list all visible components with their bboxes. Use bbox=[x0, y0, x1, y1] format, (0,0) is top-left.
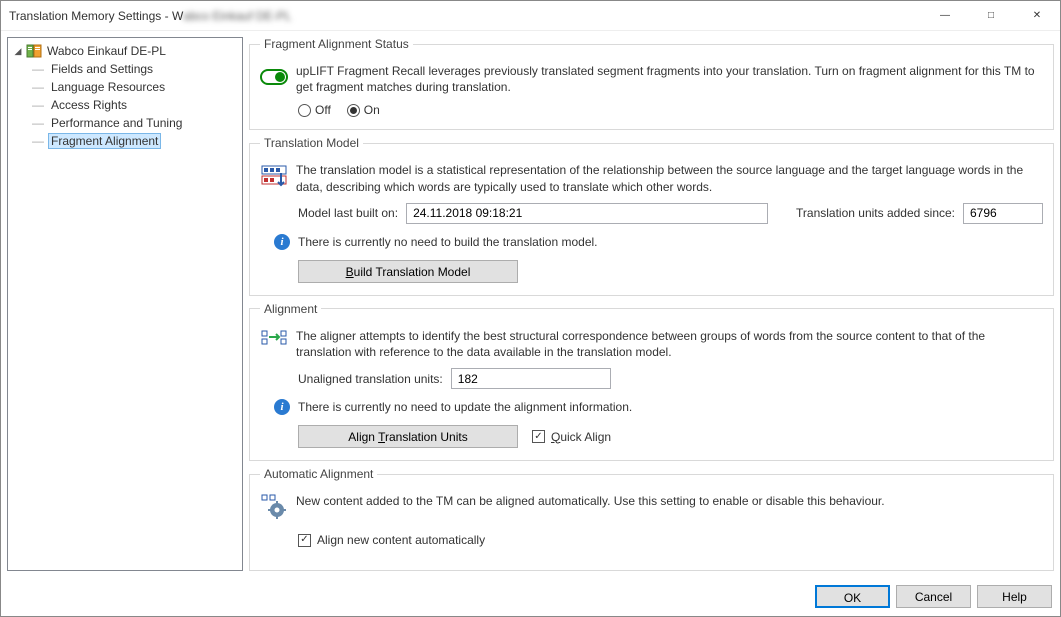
window-title-text: Translation Memory Settings - W bbox=[9, 9, 183, 23]
build-model-button[interactable]: Build Translation Model bbox=[298, 260, 518, 283]
settings-tree[interactable]: ◢ Wabco Einkauf DE-PL —Fields and Settin… bbox=[7, 37, 243, 571]
tree-item-label: Fragment Alignment bbox=[48, 133, 161, 149]
auto-group: Automatic Alignment New content added to… bbox=[249, 467, 1054, 571]
titlebar: Translation Memory Settings - Wabco Eink… bbox=[1, 1, 1060, 31]
tree-line-icon: — bbox=[32, 80, 46, 94]
alignment-description: The aligner attempts to identify the bes… bbox=[296, 328, 1043, 360]
unaligned-field[interactable] bbox=[451, 368, 611, 389]
auto-description: New content added to the TM can be align… bbox=[296, 493, 1043, 509]
status-group: Fragment Alignment Status upLIFT Fragmen… bbox=[249, 37, 1054, 130]
align-button-label: ranslation Units bbox=[385, 430, 468, 444]
tree-line-icon: — bbox=[32, 98, 46, 112]
tree-item-label: Language Resources bbox=[48, 79, 168, 95]
window-title-blur: abco Einkauf DE-PL bbox=[183, 9, 291, 23]
tree-item[interactable]: —Performance and Tuning bbox=[10, 114, 240, 132]
auto-align-checkbox[interactable]: ✓ Align new content automatically bbox=[298, 533, 485, 547]
last-built-label: Model last built on: bbox=[298, 206, 398, 220]
radio-on[interactable]: On bbox=[347, 103, 380, 117]
tree-item-label: Performance and Tuning bbox=[48, 115, 185, 131]
radio-on-label: On bbox=[364, 103, 380, 117]
units-added-label: Translation units added since: bbox=[796, 206, 955, 220]
tree-item[interactable]: —Fragment Alignment bbox=[10, 132, 240, 150]
quick-align-checkbox[interactable]: ✓ Quick Align bbox=[532, 430, 611, 444]
radio-off-label: Off bbox=[315, 103, 331, 117]
build-model-label: uild Translation Model bbox=[354, 265, 471, 279]
alignment-legend: Alignment bbox=[260, 302, 321, 316]
last-built-field[interactable] bbox=[406, 203, 768, 224]
help-button[interactable]: Help bbox=[977, 585, 1052, 608]
status-legend: Fragment Alignment Status bbox=[260, 37, 413, 51]
tree-item[interactable]: —Access Rights bbox=[10, 96, 240, 114]
radio-off[interactable]: Off bbox=[298, 103, 331, 117]
content-panel: Fragment Alignment Status upLIFT Fragmen… bbox=[249, 37, 1054, 571]
tree-line-icon: — bbox=[32, 134, 46, 148]
alignment-group: Alignment The aligner attempts to identi… bbox=[249, 302, 1054, 461]
info-icon: i bbox=[274, 234, 290, 250]
dialog-footer: OK Cancel Help bbox=[1, 577, 1060, 616]
model-group: Translation Model The translation model … bbox=[249, 136, 1054, 295]
units-added-field[interactable] bbox=[963, 203, 1043, 224]
cancel-button[interactable]: Cancel bbox=[896, 585, 971, 608]
collapse-icon[interactable]: ◢ bbox=[12, 46, 24, 57]
info-icon: i bbox=[274, 399, 290, 415]
tree-line-icon: — bbox=[32, 62, 46, 76]
toggle-icon bbox=[260, 63, 288, 91]
tree-root-label: Wabco Einkauf DE-PL bbox=[44, 43, 169, 59]
auto-legend: Automatic Alignment bbox=[260, 467, 377, 481]
minimize-button[interactable]: — bbox=[922, 1, 968, 31]
window-title: Translation Memory Settings - Wabco Eink… bbox=[9, 9, 291, 23]
alignment-info-text: There is currently no need to update the… bbox=[298, 400, 632, 414]
quick-align-label: uick Align bbox=[560, 430, 611, 444]
maximize-button[interactable]: □ bbox=[968, 1, 1014, 31]
model-legend: Translation Model bbox=[260, 136, 363, 150]
align-units-button[interactable]: Align Translation Units bbox=[298, 425, 518, 448]
auto-icon bbox=[260, 493, 288, 521]
tree-root[interactable]: ◢ Wabco Einkauf DE-PL bbox=[10, 42, 240, 60]
model-info-text: There is currently no need to build the … bbox=[298, 235, 598, 249]
model-description: The translation model is a statistical r… bbox=[296, 162, 1043, 194]
tm-icon bbox=[26, 43, 42, 59]
tree-item[interactable]: —Language Resources bbox=[10, 78, 240, 96]
status-description: upLIFT Fragment Recall leverages previou… bbox=[296, 63, 1043, 95]
auto-align-label: Align new content automatically bbox=[317, 533, 485, 547]
tree-item-label: Fields and Settings bbox=[48, 61, 156, 77]
tree-item[interactable]: —Fields and Settings bbox=[10, 60, 240, 78]
unaligned-label: Unaligned translation units: bbox=[298, 372, 443, 386]
alignment-icon bbox=[260, 328, 288, 356]
tree-item-label: Access Rights bbox=[48, 97, 130, 113]
ok-button[interactable]: OK bbox=[815, 585, 890, 608]
model-icon bbox=[260, 162, 288, 190]
close-button[interactable]: ✕ bbox=[1014, 1, 1060, 31]
tree-line-icon: — bbox=[32, 116, 46, 130]
